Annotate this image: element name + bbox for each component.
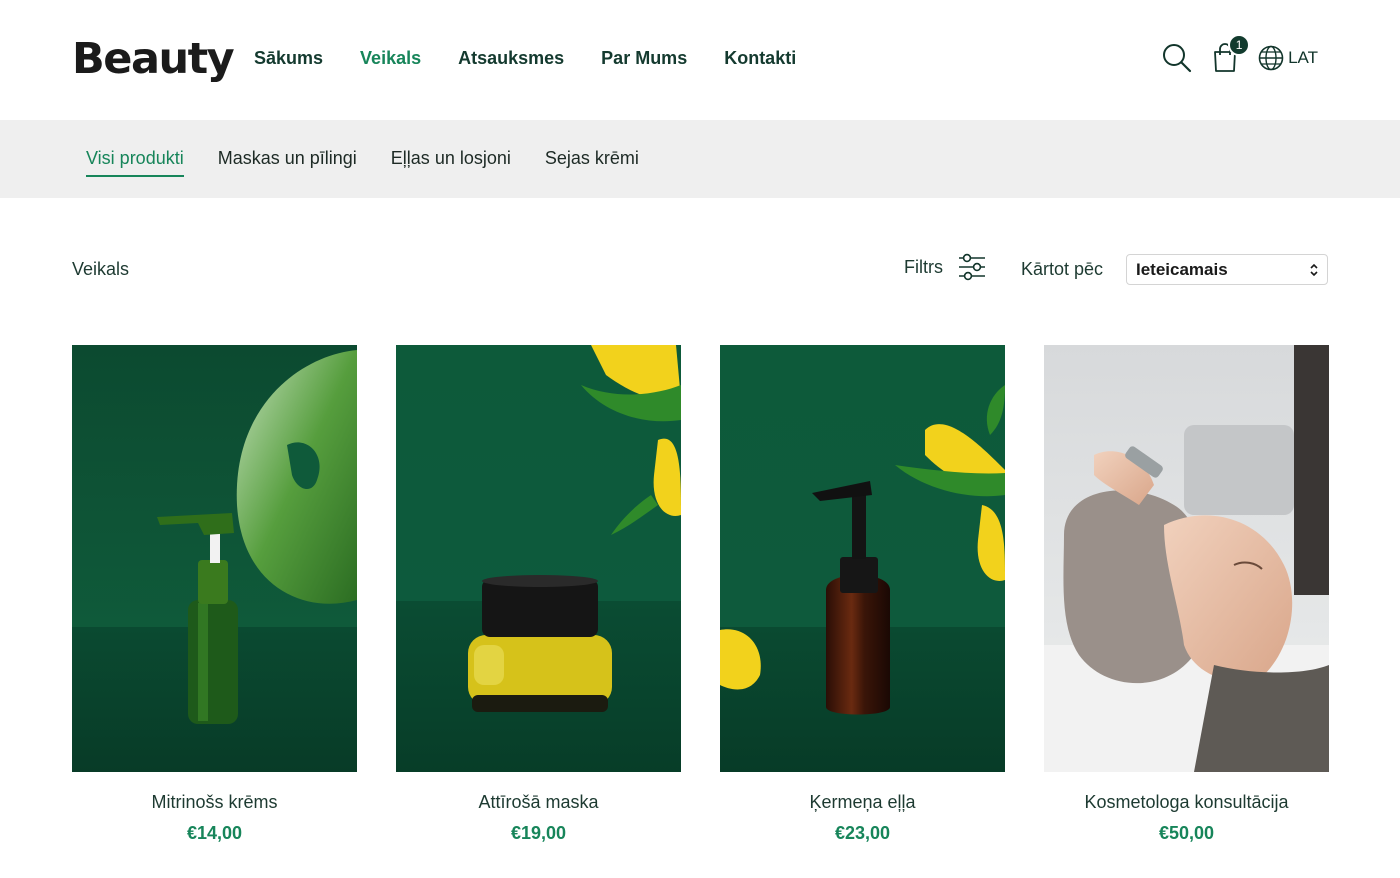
category-tab-face-creams[interactable]: Sejas krēmi xyxy=(545,148,639,177)
language-selector[interactable]: LAT xyxy=(1258,45,1318,71)
sort-value: Ieteicamais xyxy=(1136,259,1228,279)
nav-item-kontakti[interactable]: Kontakti xyxy=(724,48,796,69)
header-actions: 1 LAT xyxy=(1160,34,1318,76)
product-image[interactable] xyxy=(720,345,1005,772)
product-name[interactable]: Ķermeņa eļļa xyxy=(720,792,1005,813)
category-tab-masks[interactable]: Maskas un pīlingi xyxy=(218,148,357,177)
search-button[interactable] xyxy=(1160,40,1194,76)
cart-count-badge: 1 xyxy=(1228,34,1251,56)
product-card[interactable]: Ķermeņa eļļa €23,00 xyxy=(720,345,1005,844)
site-header: Beauty Sākums Veikals Atsauksmes Par Mum… xyxy=(0,0,1400,120)
product-grid: Mitrinošs krēms €14,00 Attīrošā maska €1… xyxy=(72,345,1329,844)
page-title: Veikals xyxy=(72,259,130,279)
cart-button[interactable]: 1 xyxy=(1208,34,1251,76)
product-image[interactable] xyxy=(72,345,357,772)
nav-item-par-mums[interactable]: Par Mums xyxy=(601,48,687,69)
category-bar: Visi produkti Maskas un pīlingi Eļļas un… xyxy=(0,120,1400,198)
nav-item-sakums[interactable]: Sākums xyxy=(254,48,323,69)
nav-item-atsauksmes[interactable]: Atsauksmes xyxy=(458,48,564,69)
product-name[interactable]: Kosmetologa konsultācija xyxy=(1044,792,1329,813)
product-image[interactable] xyxy=(396,345,681,772)
search-icon xyxy=(1163,44,1192,73)
sort-label: Kārtot pēc xyxy=(1021,259,1104,279)
sort-select[interactable]: Ieteicamais xyxy=(1126,254,1328,285)
product-photo-amber-bottle xyxy=(720,345,1005,772)
chevron-updown-icon xyxy=(1310,263,1318,276)
filter-label: Filtrs xyxy=(904,256,943,277)
product-photo-facial-treatment xyxy=(1044,345,1329,772)
filter-button[interactable]: Filtrs xyxy=(904,252,987,282)
category-tab-oils[interactable]: Eļļas un losjoni xyxy=(391,148,511,177)
product-card[interactable]: Attīrošā maska €19,00 xyxy=(396,345,681,844)
product-price: €19,00 xyxy=(510,823,567,843)
globe-icon xyxy=(1258,45,1284,71)
filter-sliders-icon xyxy=(959,253,985,281)
product-photo-jar xyxy=(396,345,681,772)
product-image[interactable] xyxy=(1044,345,1329,772)
product-price: €23,00 xyxy=(834,823,891,843)
product-price: €50,00 xyxy=(1158,823,1215,843)
category-tab-all[interactable]: Visi produkti xyxy=(86,148,184,177)
product-price: €14,00 xyxy=(186,823,243,843)
main-nav: Sākums Veikals Atsauksmes Par Mums Konta… xyxy=(254,48,796,69)
product-card[interactable]: Mitrinošs krēms €14,00 xyxy=(72,345,357,844)
product-photo-pump-bottle xyxy=(72,345,357,772)
language-label: LAT xyxy=(1288,48,1318,67)
product-name[interactable]: Attīrošā maska xyxy=(396,792,681,813)
logo[interactable]: Beauty xyxy=(72,34,235,84)
product-card[interactable]: Kosmetologa konsultācija €50,00 xyxy=(1044,345,1329,844)
nav-item-veikals[interactable]: Veikals xyxy=(360,48,421,69)
product-name[interactable]: Mitrinošs krēms xyxy=(72,792,357,813)
